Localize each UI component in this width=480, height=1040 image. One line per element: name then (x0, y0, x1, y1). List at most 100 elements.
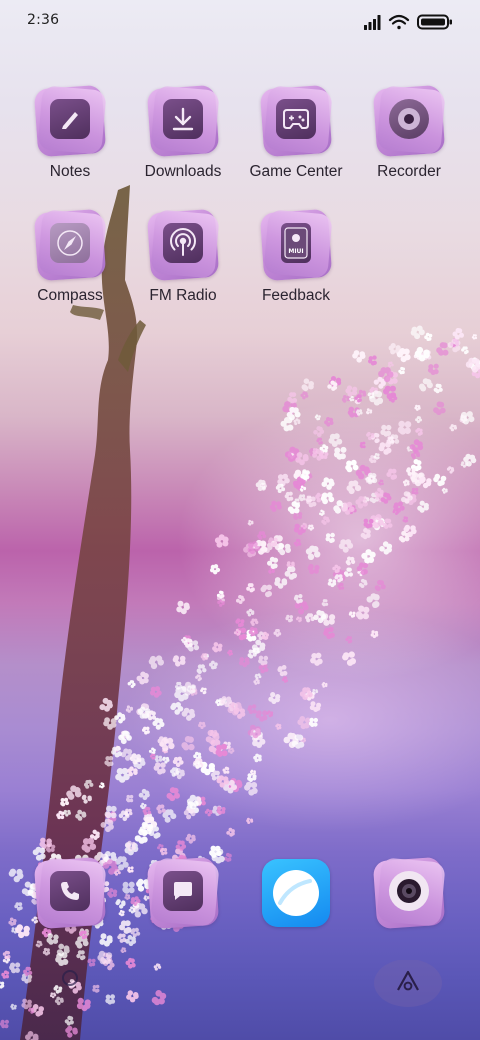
petal (277, 473, 290, 487)
petal (304, 690, 315, 701)
petal (64, 1015, 74, 1026)
app-notes[interactable]: Notes (15, 84, 125, 181)
petal (307, 563, 320, 575)
petal (104, 805, 117, 819)
petal (246, 583, 255, 593)
petal (166, 787, 180, 802)
petal (125, 935, 137, 947)
petal (427, 363, 439, 375)
petal (468, 357, 480, 371)
petal (175, 681, 183, 690)
petal (56, 943, 70, 957)
petal (25, 1031, 39, 1040)
petal (449, 424, 457, 432)
dock-browser[interactable] (241, 856, 351, 930)
petal (120, 730, 130, 740)
petal (209, 729, 218, 738)
petal (401, 491, 413, 504)
petal (266, 710, 274, 718)
petal (170, 702, 184, 715)
petal (252, 647, 260, 655)
petal (42, 947, 51, 956)
dock-phone[interactable] (15, 856, 125, 930)
notes-app-icon[interactable] (33, 84, 107, 158)
petal (349, 395, 355, 402)
petal (417, 500, 429, 513)
petal (247, 773, 257, 783)
petal (267, 537, 278, 547)
petal (153, 762, 166, 775)
petal (460, 411, 475, 425)
game-center-app-icon[interactable] (259, 84, 333, 158)
petal (66, 785, 82, 800)
petal (406, 467, 416, 476)
browser-icon (273, 870, 319, 916)
dock-camera[interactable] (354, 856, 464, 930)
petal (103, 717, 117, 730)
petal (313, 610, 327, 624)
dock-messages[interactable] (128, 856, 238, 930)
petal (300, 391, 309, 400)
petal (227, 747, 235, 754)
downloads-app-icon[interactable] (146, 84, 220, 158)
browser-app-icon[interactable] (259, 856, 333, 930)
petal (142, 726, 150, 735)
messages-app-icon[interactable] (146, 856, 220, 930)
petal (146, 710, 157, 721)
assistant-icon[interactable] (62, 970, 78, 986)
app-feedback[interactable]: MIUI Feedback (241, 208, 351, 305)
recorder-app-icon[interactable] (372, 84, 446, 158)
petal (355, 496, 368, 509)
petal (346, 480, 362, 495)
status-bar: 2:36 (0, 0, 480, 44)
petal (446, 466, 455, 474)
petal (296, 616, 302, 623)
fm-radio-app-icon[interactable] (146, 208, 220, 282)
petal (341, 395, 351, 403)
petal (293, 511, 303, 521)
petal (286, 561, 295, 569)
petal (81, 837, 97, 853)
app-compass[interactable]: Compass (15, 208, 125, 305)
petal (252, 734, 266, 748)
petal (260, 541, 273, 554)
petal (170, 767, 180, 777)
petal (216, 775, 230, 788)
petal (210, 770, 221, 781)
petal (308, 717, 318, 727)
petal (306, 496, 317, 508)
petal (222, 741, 231, 750)
status-icons (364, 14, 452, 30)
petal (192, 760, 202, 769)
app-recorder[interactable]: Recorder (354, 84, 464, 181)
petal (378, 441, 392, 455)
petal (366, 408, 373, 415)
petal (143, 813, 154, 824)
download-icon (163, 99, 203, 139)
petal (129, 753, 142, 765)
petal (255, 479, 266, 491)
petal (327, 578, 337, 588)
compass-app-icon[interactable] (33, 208, 107, 282)
app-label: Downloads (144, 163, 222, 180)
petal (239, 657, 250, 668)
app-downloads[interactable]: Downloads (128, 84, 238, 181)
petal (368, 355, 377, 366)
phone-app-icon[interactable] (33, 856, 107, 930)
feedback-app-icon[interactable]: MIUI (259, 208, 333, 282)
app-fm-radio[interactable]: FM Radio (128, 208, 238, 305)
camera-icon (389, 871, 429, 911)
feedback-icon: MIUI (281, 223, 311, 263)
petal (341, 501, 355, 515)
petal (99, 933, 113, 947)
camera-app-icon[interactable] (372, 856, 446, 930)
petal (76, 950, 86, 961)
messages-icon (163, 871, 203, 911)
petal (410, 472, 426, 487)
app-game-center[interactable]: Game Center (241, 84, 351, 181)
petal (193, 758, 204, 769)
petal (403, 524, 417, 538)
petal (386, 468, 397, 480)
petal (260, 584, 273, 598)
petal (293, 469, 309, 484)
